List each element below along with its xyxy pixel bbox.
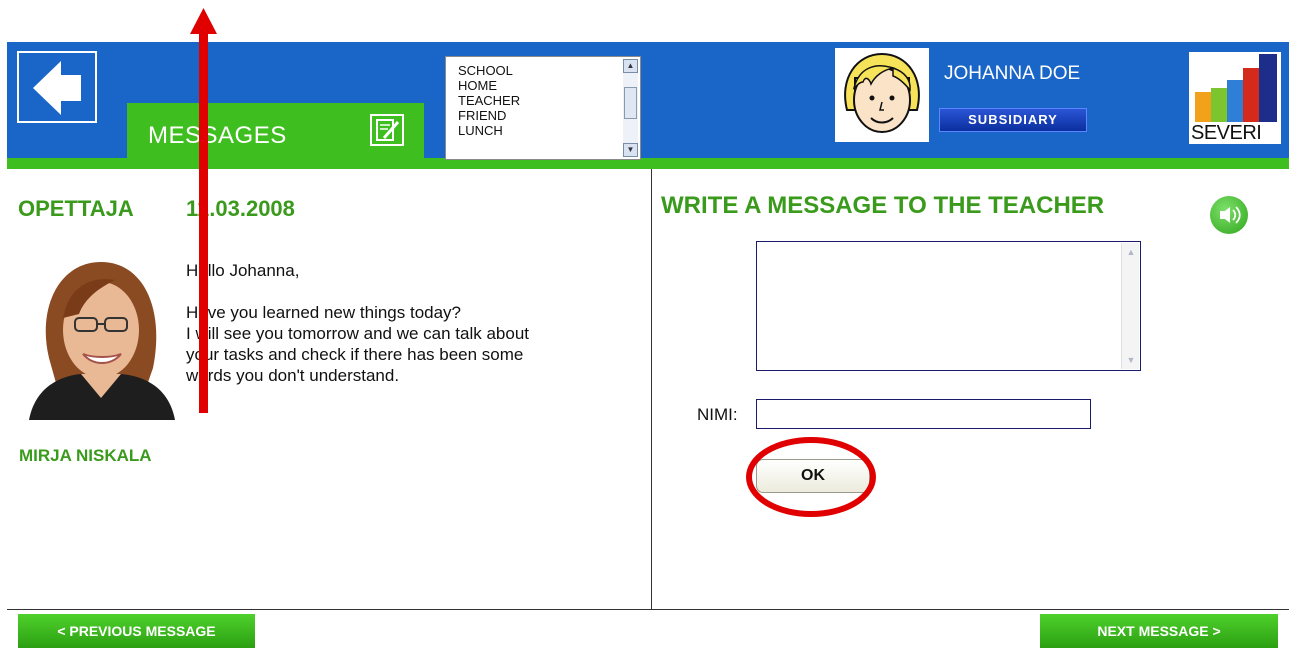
- message-line: Have you learned new things today?: [186, 303, 462, 322]
- user-name: JOHANNA DOE: [944, 63, 1081, 84]
- message-textarea[interactable]: [756, 241, 1141, 371]
- next-message-button[interactable]: NEXT MESSAGE >: [1040, 614, 1278, 648]
- name-input[interactable]: [756, 399, 1091, 429]
- speaker-button[interactable]: [1210, 196, 1248, 234]
- category-item-teacher[interactable]: TEACHER: [458, 93, 520, 108]
- user-avatar: [835, 48, 929, 142]
- compose-title: WRITE A MESSAGE TO THE TEACHER: [661, 192, 1105, 219]
- previous-message-button[interactable]: < PREVIOUS MESSAGE: [18, 614, 255, 648]
- teacher-name: MIRJA NISKALA: [19, 446, 152, 465]
- scroll-down-icon[interactable]: ▼: [1124, 353, 1138, 367]
- scroll-up-icon[interactable]: ▲: [623, 59, 638, 73]
- teacher-photo: [19, 258, 184, 420]
- category-item-friend[interactable]: FRIEND: [458, 108, 520, 123]
- subsidiary-button[interactable]: SUBSIDIARY: [939, 108, 1087, 132]
- textarea-scrollbar[interactable]: ▲ ▼: [1121, 243, 1139, 369]
- panel-divider: [651, 169, 652, 609]
- message-line: I will see you tomorrow and we can talk …: [186, 324, 530, 343]
- edit-note-icon[interactable]: [370, 114, 404, 146]
- category-item-home[interactable]: HOME: [458, 78, 520, 93]
- back-button[interactable]: [17, 51, 97, 123]
- message-body: Hello Johanna, Have you learned new thin…: [186, 260, 636, 386]
- category-item-school[interactable]: SCHOOL: [458, 63, 520, 78]
- message-line: your tasks and check if there has been s…: [186, 345, 524, 364]
- message-date: 11.03.2008: [186, 196, 295, 221]
- category-scrollbar[interactable]: ▲ ▼: [623, 59, 638, 157]
- tab-messages[interactable]: MESSAGES: [127, 103, 424, 160]
- name-label: NIMI:: [697, 405, 738, 424]
- scroll-thumb[interactable]: [624, 87, 637, 119]
- speaker-icon: [1220, 206, 1241, 224]
- category-item-lunch[interactable]: LUNCH: [458, 123, 520, 138]
- logo-text: SEVERI: [1191, 122, 1262, 144]
- message-line: words you don't understand.: [186, 366, 400, 385]
- severi-logo: SEVERI: [1189, 52, 1281, 144]
- category-list[interactable]: SCHOOL HOME TEACHER FRIEND LUNCH ▲ ▼: [445, 56, 641, 160]
- ok-button[interactable]: OK: [756, 459, 870, 493]
- back-arrow-icon: [33, 61, 81, 115]
- footer-divider: [7, 609, 1289, 610]
- message-greeting: Hello Johanna,: [186, 261, 300, 280]
- scroll-up-icon[interactable]: ▲: [1124, 245, 1138, 259]
- scroll-down-icon[interactable]: ▼: [623, 143, 638, 157]
- tab-messages-label: MESSAGES: [148, 122, 287, 149]
- sender-title: OPETTAJA: [18, 196, 134, 221]
